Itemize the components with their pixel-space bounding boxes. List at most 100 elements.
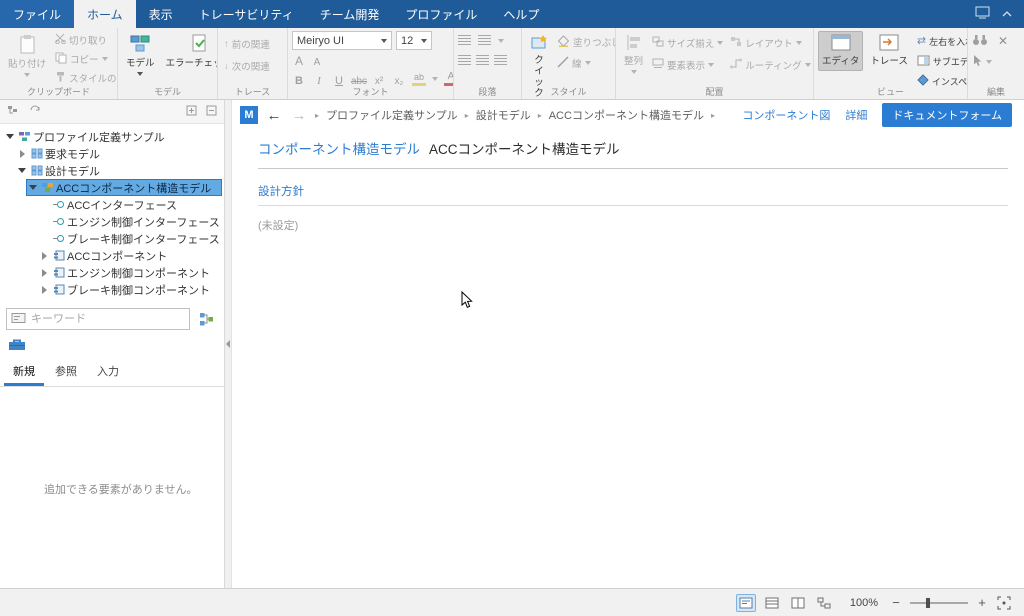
close-icon[interactable]: ✕ [998, 35, 1008, 47]
expander-icon[interactable] [38, 269, 50, 277]
line-button[interactable]: 線 [555, 54, 616, 72]
tree-item-brake-interface[interactable]: ブレーキ制御インターフェース [0, 230, 224, 247]
tree-item-brake-component[interactable]: ブレーキ制御コンポーネント [0, 281, 224, 298]
layout-button[interactable]: レイアウト [728, 34, 812, 52]
pane-splitter[interactable] [225, 100, 232, 588]
detail-link[interactable]: 詳細 [845, 107, 867, 123]
component-icon [50, 267, 67, 278]
bullet-list-icon[interactable] [458, 35, 471, 46]
expander-icon[interactable] [38, 252, 50, 260]
expander-icon[interactable] [4, 134, 16, 139]
up-arrow-icon: ↑ [224, 39, 229, 50]
font-size-select[interactable]: 12 [396, 31, 432, 50]
keyword-tag-icon [11, 312, 26, 327]
breadcrumb-item-acc-structure[interactable]: ACCコンポーネント構造モデル [549, 107, 704, 123]
collapse-pane-icon[interactable] [226, 340, 230, 348]
zoom-slider[interactable] [910, 602, 968, 604]
tree-item-engine-interface[interactable]: エンジン制御インターフェース [0, 213, 224, 230]
component-diagram-link[interactable]: コンポーネント図 [742, 107, 830, 123]
split-view-icon[interactable] [788, 594, 808, 612]
cut-button[interactable]: 切り取り [53, 31, 118, 49]
swap-left-right-button[interactable]: ⇄ 左右を入れ替え [915, 32, 968, 50]
tab-profile[interactable]: プロファイル [392, 0, 490, 28]
filter-tree-button[interactable] [194, 308, 218, 330]
routing-button[interactable]: ルーティング [728, 56, 812, 74]
align-left-icon[interactable] [458, 55, 471, 66]
tree-item-requirement-model[interactable]: 要求モデル [0, 145, 224, 162]
zoom-slider-thumb[interactable] [926, 598, 930, 608]
tab-input[interactable]: 入力 [88, 359, 128, 386]
ribbon-group-edit: ✕ 編集 [968, 28, 1024, 99]
font-color-button[interactable]: A [444, 72, 454, 86]
group-label-style: スタイル [522, 85, 615, 98]
diagram-view-icon[interactable] [814, 594, 834, 612]
prev-relation-button[interactable]: ↑ 前の関連 [222, 35, 272, 53]
tab-reference[interactable]: 参照 [46, 359, 86, 386]
tab-view[interactable]: 表示 [136, 0, 186, 28]
model-folder-icon [28, 165, 45, 176]
section-header-design-policy: 設計方針 [258, 183, 1008, 206]
tree-item-root[interactable]: プロファイル定義サンプル [0, 128, 224, 145]
tree-item-design-model[interactable]: 設計モデル [0, 162, 224, 179]
highlight-color-button[interactable]: ab [412, 73, 426, 86]
error-check-button[interactable]: エラーチェック [162, 31, 218, 73]
select-cursor-icon[interactable] [972, 54, 982, 70]
minimize-ribbon-icon[interactable] [1002, 8, 1012, 20]
align-right-icon[interactable] [494, 55, 507, 66]
tree-item-acc-interface[interactable]: ACCインターフェース [0, 196, 224, 213]
display-icon[interactable] [975, 6, 990, 22]
sync-selection-icon[interactable] [29, 105, 42, 119]
list-view-icon[interactable] [762, 594, 782, 612]
model-badge: M [240, 106, 258, 124]
align-button[interactable]: 整列 [620, 31, 647, 77]
align-center-icon[interactable] [476, 55, 489, 66]
zoom-out-button[interactable]: − [890, 595, 902, 610]
grow-font-button[interactable]: A [292, 52, 306, 69]
model-button[interactable]: モデル [122, 31, 159, 79]
ribbon-group-style: クイックスタイル 塗りつぶし 線 スタイル [522, 28, 616, 99]
shrink-font-button[interactable]: A [310, 52, 324, 69]
form-view-icon[interactable] [736, 594, 756, 612]
expander-icon[interactable] [16, 168, 28, 173]
paste-button[interactable]: 貼り付け [4, 31, 50, 80]
visibility-button[interactable]: 要素表示 [650, 56, 725, 74]
document-form-button[interactable]: ドキュメントフォーム [882, 103, 1012, 127]
tab-home[interactable]: ホーム [74, 0, 136, 28]
fill-button[interactable]: 塗りつぶし [555, 33, 616, 51]
tab-file[interactable]: ファイル [0, 0, 74, 28]
zoom-in-button[interactable]: + [976, 595, 988, 610]
font-family-select[interactable]: Meiryo UI [292, 31, 392, 50]
forward-button[interactable]: → [290, 107, 308, 124]
expand-all-icon[interactable] [186, 105, 197, 119]
collapse-all-icon[interactable] [206, 105, 217, 119]
search-binoculars-icon[interactable] [972, 33, 988, 49]
breadcrumb-item-profile-sample[interactable]: プロファイル定義サンプル [326, 107, 458, 123]
expander-icon[interactable] [38, 286, 50, 294]
fit-to-window-icon[interactable] [994, 594, 1014, 612]
model-type-label: コンポーネント構造モデル [258, 138, 420, 158]
editor-view-button[interactable]: エディタ [818, 31, 863, 71]
tab-help[interactable]: ヘルプ [490, 0, 552, 28]
expander-icon[interactable] [27, 185, 39, 190]
keyword-search-input[interactable] [31, 313, 185, 325]
tree-selection-highlight: ACCコンポーネント構造モデル [26, 179, 222, 196]
expander-icon[interactable] [16, 150, 28, 158]
tab-new[interactable]: 新規 [4, 359, 44, 386]
routing-icon [730, 58, 742, 72]
next-relation-button[interactable]: ↓ 次の関連 [222, 57, 272, 75]
tree-view-icon[interactable] [7, 105, 20, 119]
subeditor-button[interactable]: サブエディタ [915, 52, 968, 70]
tab-team[interactable]: チーム開発 [307, 0, 393, 28]
tab-traceability[interactable]: トレーサビリティ [186, 0, 307, 28]
size-match-icon [652, 36, 664, 50]
design-policy-value[interactable]: (未設定) [258, 217, 1008, 233]
tree-item-acc-structure-model-selected[interactable]: ACCコンポーネント構造モデル [0, 179, 224, 196]
breadcrumb-item-design-model[interactable]: 設計モデル [476, 107, 531, 123]
tree-item-engine-component[interactable]: エンジン制御コンポーネント [0, 264, 224, 281]
numbered-list-icon[interactable] [478, 35, 491, 46]
tree-item-acc-component[interactable]: ACCコンポーネント [0, 247, 224, 264]
back-button[interactable]: ← [265, 107, 283, 124]
size-match-button[interactable]: サイズ揃え [650, 34, 725, 52]
trace-view-button[interactable]: トレース [866, 31, 912, 71]
copy-button[interactable]: コピー [53, 50, 118, 68]
